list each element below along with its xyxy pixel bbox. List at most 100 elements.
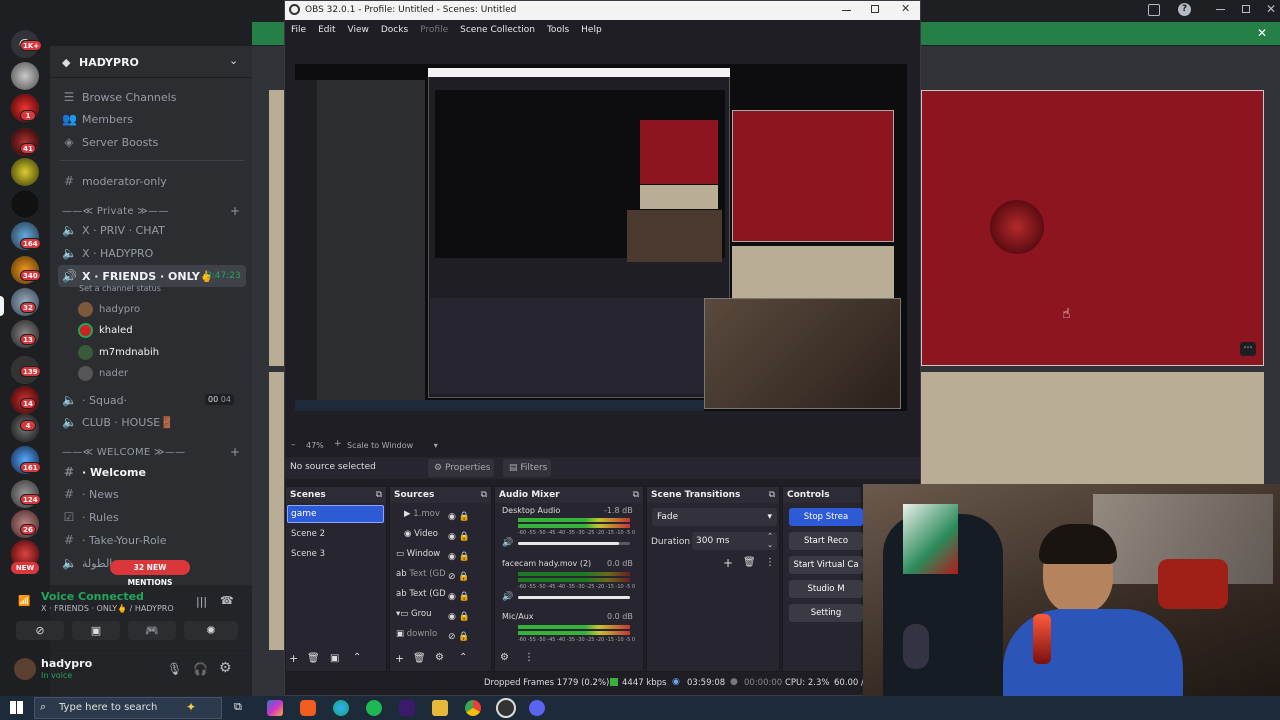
voice-user[interactable]: khaled: [78, 320, 133, 340]
start-virtual-camera-button[interactable]: Start Virtual Ca: [789, 556, 863, 574]
channel-priv-chat[interactable]: 🔈 X · PRIV · CHAT: [58, 219, 246, 241]
gear-icon[interactable]: ⚙: [219, 660, 232, 676]
transition-more-icon[interactable]: ⋮: [765, 557, 775, 568]
source-item[interactable]: ▾▭ Grou: [396, 609, 432, 619]
noise-suppression-icon[interactable]: |||: [196, 595, 207, 608]
undock-icon[interactable]: ⧉: [769, 487, 775, 503]
source-item[interactable]: ab Text (GD: [396, 589, 446, 599]
mixer-settings-icon[interactable]: ⚙: [500, 652, 509, 663]
server-icon[interactable]: [11, 62, 39, 90]
channel-welcome[interactable]: # · Welcome: [58, 461, 246, 483]
soundboard-button[interactable]: ✺: [184, 621, 238, 640]
server-icon[interactable]: [11, 158, 39, 186]
channel-club-house[interactable]: 🔈 CLUB · HOUSE🚪: [58, 411, 246, 433]
maximize-icon[interactable]: [1242, 5, 1250, 13]
settings-button[interactable]: Setting: [789, 604, 863, 622]
obs-preview[interactable]: [295, 64, 907, 411]
notice-close-icon[interactable]: ✕: [1257, 26, 1267, 40]
scene-filters-icon[interactable]: ▣: [330, 653, 339, 664]
volume-slider[interactable]: [518, 542, 630, 545]
channel-rules[interactable]: ☑ · Rules: [58, 506, 246, 528]
source-item[interactable]: ab Text (GD: [396, 569, 446, 579]
source-item[interactable]: ▶ 1.mov: [404, 509, 440, 519]
app-copilot-icon[interactable]: [267, 700, 283, 716]
close-icon[interactable]: ✕: [1266, 2, 1276, 16]
scene-item[interactable]: Scene 3: [291, 549, 325, 559]
windows-start-icon[interactable]: [10, 701, 23, 714]
minimize-icon[interactable]: [1216, 9, 1225, 10]
stream-preview-beige[interactable]: [921, 372, 1264, 484]
app-spotify-icon[interactable]: [366, 700, 382, 716]
scene-move-up-icon[interactable]: ⌃: [353, 652, 361, 663]
filters-button[interactable]: ▤ Filters: [503, 459, 551, 477]
source-settings-icon[interactable]: ⚙: [435, 652, 444, 663]
new-mentions-pill[interactable]: 32 NEW MENTIONS: [110, 560, 190, 587]
source-item[interactable]: ◉ Video: [404, 529, 438, 539]
scene-item[interactable]: Scene 2: [291, 529, 325, 539]
menu-view[interactable]: View: [348, 25, 369, 35]
avatar[interactable]: [14, 658, 36, 680]
menu-edit[interactable]: Edit: [318, 25, 335, 35]
studio-mode-button[interactable]: Studio M: [789, 580, 863, 598]
add-channel-icon[interactable]: +: [230, 204, 240, 218]
undock-icon[interactable]: ⧉: [376, 487, 382, 503]
obs-close-icon[interactable]: ✕: [901, 2, 910, 15]
voice-user[interactable]: nader: [78, 363, 128, 383]
channel-news[interactable]: # · News: [58, 483, 246, 505]
app-explorer-icon[interactable]: [432, 700, 448, 716]
undock-icon[interactable]: ⧉: [633, 487, 639, 503]
disconnect-icon[interactable]: ☎: [220, 594, 234, 607]
transition-remove-icon[interactable]: 🗑: [743, 557, 756, 568]
source-add-icon[interactable]: +: [395, 652, 404, 665]
members[interactable]: 👥 Members: [58, 108, 246, 130]
app-premiere-icon[interactable]: [399, 700, 415, 716]
app-edge-icon[interactable]: [333, 700, 349, 716]
task-view-icon[interactable]: ⧉: [234, 700, 242, 714]
source-item[interactable]: ▣ downlo: [396, 629, 437, 639]
inbox-icon[interactable]: [1148, 4, 1160, 16]
category-private[interactable]: ——≪ Private ≫——: [62, 206, 242, 217]
add-channel-icon[interactable]: +: [230, 445, 240, 459]
speaker-icon[interactable]: 🔊: [502, 592, 513, 602]
server-boosts[interactable]: ◈ Server Boosts: [58, 131, 246, 153]
channel-hadypro[interactable]: 🔈 X · HADYPRO: [58, 242, 246, 264]
scene-remove-icon[interactable]: 🗑: [307, 653, 320, 664]
help-icon[interactable]: ?: [1178, 3, 1191, 16]
server-icon[interactable]: [11, 190, 39, 218]
video-off-button[interactable]: ⊘: [16, 621, 64, 640]
start-recording-button[interactable]: Start Reco: [789, 532, 863, 550]
mixer-more-icon[interactable]: ⋮: [524, 652, 534, 663]
scene-item-game[interactable]: game: [287, 505, 384, 523]
duration-input[interactable]: 300 ms ⌃ ⌄: [692, 532, 777, 550]
copilot-icon[interactable]: ✦: [186, 700, 196, 714]
screen-share-button[interactable]: ▣: [72, 621, 120, 640]
volume-slider[interactable]: [518, 596, 630, 599]
microphone-icon[interactable]: 🎙: [167, 662, 182, 676]
scene-add-icon[interactable]: +: [289, 652, 298, 665]
voice-user[interactable]: m7mdnabih: [78, 342, 159, 362]
stream-preview-red[interactable]: [921, 90, 1264, 366]
channel-take-your-role[interactable]: # · Take-Your-Role: [58, 529, 246, 551]
channel-status[interactable]: Set a channel status: [79, 284, 161, 293]
channel-moderator-only[interactable]: # moderator-only: [58, 170, 246, 192]
scale-mode-select[interactable]: Scale to Window ▾: [347, 441, 438, 450]
stop-streaming-button[interactable]: Stop Strea: [789, 508, 863, 526]
voice-user[interactable]: hadypro: [78, 299, 140, 319]
source-move-up-icon[interactable]: ⌃: [459, 652, 467, 663]
more-options-icon[interactable]: ⋯: [1240, 342, 1256, 356]
menu-tools[interactable]: Tools: [547, 25, 569, 35]
menu-profile[interactable]: Profile: [420, 25, 448, 35]
app-discord-icon[interactable]: [529, 700, 545, 716]
menu-file[interactable]: File: [291, 25, 306, 35]
zoom-plus-icon[interactable]: +: [334, 439, 342, 449]
transition-select[interactable]: Fade ▾: [652, 508, 777, 526]
obs-minimize-icon[interactable]: [842, 10, 851, 11]
browse-channels[interactable]: ☰ Browse Channels: [58, 86, 246, 108]
activity-button[interactable]: 🎮: [128, 621, 176, 640]
transition-add-icon[interactable]: +: [723, 556, 733, 570]
menu-docks[interactable]: Docks: [381, 25, 408, 35]
app-obs-icon[interactable]: [496, 698, 516, 718]
app-chrome-icon[interactable]: [465, 700, 481, 716]
category-welcome[interactable]: ——≪ WELCOME ≫——: [62, 447, 242, 458]
voice-channel-path[interactable]: X · FRIENDS · ONLY🖕 / HADYPRO: [41, 604, 174, 613]
